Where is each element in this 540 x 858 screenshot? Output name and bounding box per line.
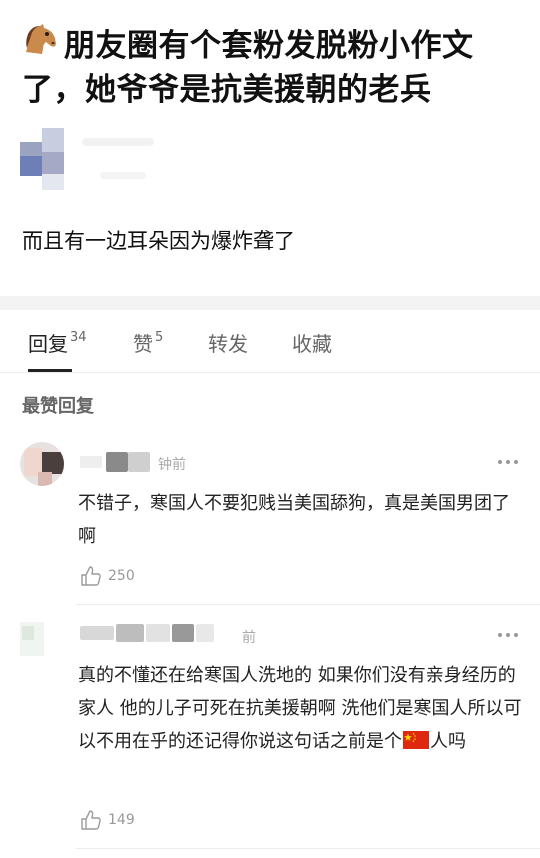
comment-text: 真的不懂还在给寒国人洗地的 如果你们没有亲身经历的家人 他的儿子可死在抗美援朝啊… bbox=[78, 659, 526, 758]
comment-avatar[interactable] bbox=[20, 442, 64, 486]
tab-reposts-label: 转发 bbox=[208, 332, 248, 356]
author-name[interactable] bbox=[82, 138, 154, 146]
tab-replies-label: 回复 bbox=[28, 332, 68, 356]
active-tab-indicator bbox=[28, 369, 72, 372]
post-title-text: 朋友圈有个套粉发脱粉小作文了，她爷爷是抗美援朝的老兵 bbox=[22, 28, 474, 108]
horse-emoji-icon bbox=[22, 22, 58, 68]
tab-replies[interactable]: 回复 34 bbox=[28, 328, 87, 357]
comment-time: 前 bbox=[242, 630, 256, 646]
author-avatar[interactable] bbox=[20, 128, 66, 190]
thumbs-up-icon bbox=[81, 566, 101, 586]
tab-reposts[interactable]: 转发 bbox=[208, 328, 248, 357]
more-options-icon[interactable] bbox=[498, 458, 522, 466]
like-count: 250 bbox=[108, 568, 135, 584]
tab-bar: 回复 34 赞5 转发 收藏 bbox=[0, 310, 540, 373]
section-heading: 最赞回复 bbox=[22, 396, 94, 417]
comment-separator bbox=[76, 604, 540, 605]
comment-text-part: 人吗 bbox=[430, 731, 466, 752]
thumbs-up-icon bbox=[81, 810, 101, 830]
comment-avatar[interactable] bbox=[20, 622, 44, 656]
tab-likes-label: 赞 bbox=[133, 332, 153, 356]
china-flag-icon bbox=[403, 727, 429, 749]
comment-text: 不错子，寒国人不要犯贱当美国舔狗，真是美国男团了啊 bbox=[78, 493, 510, 547]
post-body: 而且有一边耳朵因为爆炸聋了 bbox=[22, 229, 295, 253]
post-title: 朋友圈有个套粉发脱粉小作文了，她爷爷是抗美援朝的老兵 bbox=[22, 22, 522, 112]
tab-likes-count: 5 bbox=[155, 330, 164, 345]
tab-replies-count: 34 bbox=[70, 330, 87, 345]
comment-time: 钟前 bbox=[158, 457, 186, 473]
tab-likes[interactable]: 赞5 bbox=[133, 328, 163, 357]
tab-favorites[interactable]: 收藏 bbox=[292, 328, 332, 357]
tab-favorites-label: 收藏 bbox=[292, 332, 332, 356]
more-options-icon[interactable] bbox=[498, 631, 522, 639]
comment-separator bbox=[76, 848, 540, 849]
section-divider bbox=[0, 296, 540, 310]
author-meta bbox=[100, 172, 146, 179]
like-count: 149 bbox=[108, 812, 135, 828]
